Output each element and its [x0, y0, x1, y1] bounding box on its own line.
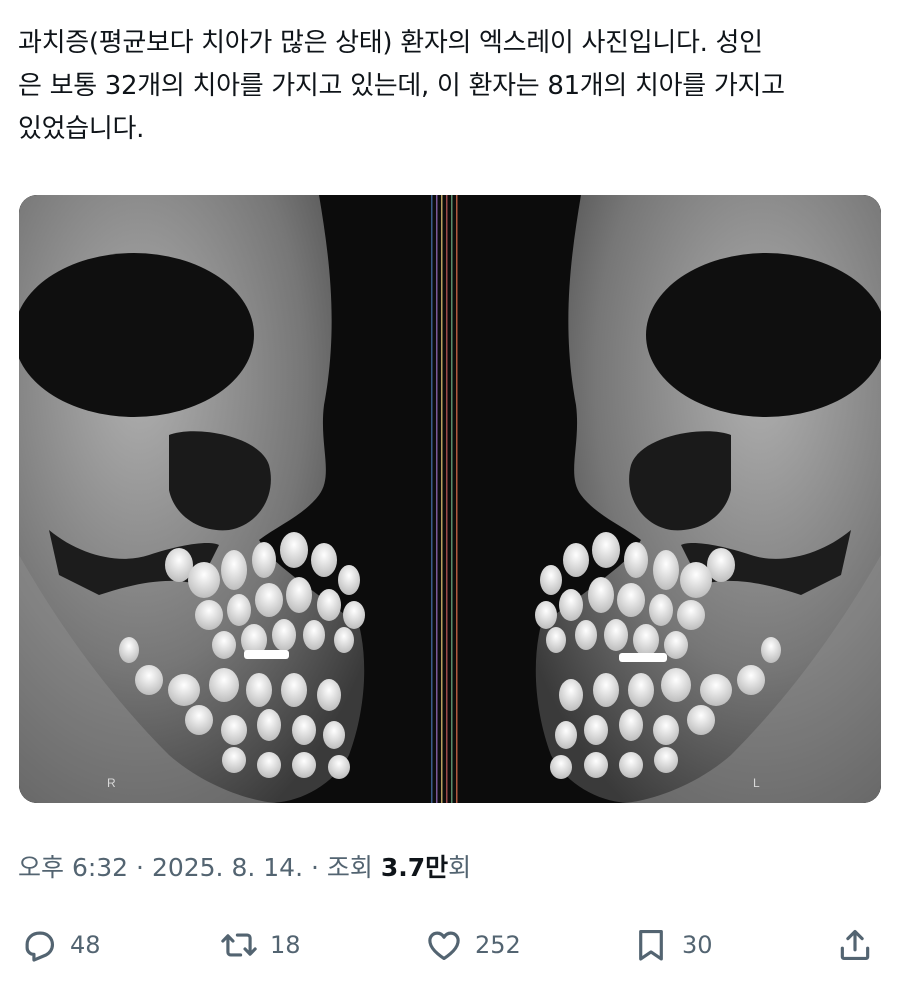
repost-count: 18 — [270, 931, 301, 959]
bookmark-icon — [639, 929, 663, 961]
left-skull: R — [19, 195, 365, 803]
share-icon — [840, 929, 870, 961]
marker-r: R — [107, 776, 116, 790]
meta-separator: · — [128, 853, 152, 882]
share-button[interactable] — [836, 915, 874, 975]
views-count: 3.7 — [380, 853, 426, 882]
xray-image[interactable]: R L — [19, 195, 881, 803]
like-count: 252 — [475, 931, 521, 959]
post-text: 과치증(평균보다 치아가 많은 상태) 환자의 엑스레이 사진입니다. 성인 은… — [18, 28, 785, 144]
repost-icon — [221, 933, 257, 957]
meta-separator: · — [303, 853, 327, 882]
bookmark-button[interactable]: 30 — [632, 915, 713, 975]
like-icon — [428, 931, 460, 961]
action-bar: 48 18 252 30 — [0, 915, 900, 975]
views-suffix: 회 — [448, 853, 472, 882]
reply-count: 48 — [70, 931, 101, 959]
marker-l: L — [753, 776, 760, 790]
right-skull: L — [535, 195, 881, 803]
post-metadata: 오후 6:32 · 2025. 8. 14. · 조회 3.7만회 — [18, 848, 471, 884]
post-date[interactable]: 2025. 8. 14. — [152, 853, 303, 882]
bookmark-count: 30 — [682, 931, 713, 959]
views-unit: 만 — [425, 853, 449, 882]
reply-icon — [25, 931, 55, 962]
post-time[interactable]: 오후 6:32 — [18, 853, 128, 882]
repost-button[interactable]: 18 — [220, 915, 301, 975]
xray-illustration: R L — [19, 195, 881, 803]
like-button[interactable]: 252 — [425, 915, 521, 975]
views-prefix: 조회 — [326, 853, 381, 882]
reply-button[interactable]: 48 — [20, 915, 101, 975]
